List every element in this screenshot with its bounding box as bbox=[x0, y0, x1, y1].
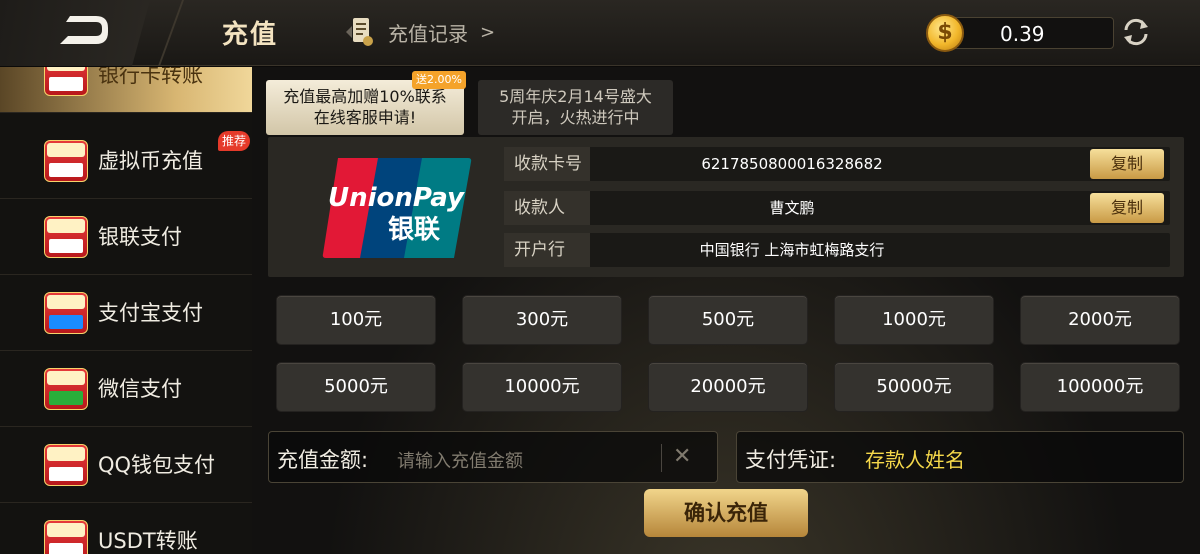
sidebar-item-bank-transfer[interactable]: 银行卡转账 bbox=[0, 67, 252, 113]
amount-option[interactable]: 10000元 bbox=[462, 362, 622, 412]
back-button[interactable] bbox=[0, 0, 150, 66]
amount-option[interactable]: 300元 bbox=[462, 295, 622, 345]
unionpay-logo-cn: 银联 bbox=[388, 215, 440, 245]
record-label: 充值记录 bbox=[388, 21, 468, 46]
field-label: 收款卡号 bbox=[504, 147, 590, 181]
payee-value: 曹文鹏 bbox=[769, 199, 815, 217]
page-title: 充值 bbox=[222, 20, 279, 50]
amount-label: 充值金额: bbox=[277, 448, 369, 472]
promo-line: 5周年庆2月14号盛大 bbox=[499, 87, 652, 106]
unionpay-icon bbox=[44, 216, 88, 258]
promo-tab-anniversary[interactable]: 5周年庆2月14号盛大 开启，火热进行中 bbox=[478, 80, 673, 135]
sidebar-item-crypto[interactable]: 虚拟币充值 bbox=[0, 123, 252, 199]
sidebar-item-alipay[interactable]: 支付宝支付 bbox=[0, 275, 252, 351]
card-number-row: 收款卡号 6217850800016328682 复制 bbox=[504, 147, 1170, 181]
bank-branch-row: 开户行 中国银行 上海市虹梅路支行 bbox=[504, 233, 1170, 267]
copy-card-number-button[interactable]: 复制 bbox=[1090, 149, 1164, 179]
voucher-input[interactable]: 存款人姓名 bbox=[865, 444, 965, 473]
amount-option[interactable]: 5000元 bbox=[276, 362, 436, 412]
bank-card-info: UnionPay 银联 收款卡号 6217850800016328682 复制 … bbox=[268, 137, 1184, 277]
card-number-value: 6217850800016328682 bbox=[701, 155, 883, 173]
bonus-percent-tag: 送2.00% bbox=[412, 71, 466, 89]
balance-value: 0.39 bbox=[1000, 22, 1045, 46]
bank-branch-value: 中国银行 上海市虹梅路支行 bbox=[699, 241, 885, 259]
amount-option[interactable]: 100元 bbox=[276, 295, 436, 345]
alipay-icon bbox=[44, 292, 88, 334]
amount-option[interactable]: 500元 bbox=[648, 295, 808, 345]
clear-icon[interactable]: ✕ bbox=[673, 444, 691, 469]
sidebar-item-unionpay[interactable]: 银联支付 bbox=[0, 199, 252, 275]
sidebar-item-label: 银联支付 bbox=[98, 225, 182, 249]
unionpay-logo: UnionPay 银联 bbox=[322, 158, 472, 258]
sidebar-item-qq-wallet[interactable]: QQ钱包支付 bbox=[0, 427, 252, 503]
sidebar-item-usdt[interactable]: USDT转账 bbox=[0, 503, 252, 554]
recharge-record-link[interactable]: 充值记录 > bbox=[344, 14, 495, 50]
amount-input-box: 充值金额: 请输入充值金额 ✕ bbox=[268, 431, 718, 483]
amount-option[interactable]: 100000元 bbox=[1020, 362, 1180, 412]
usdt-icon bbox=[44, 520, 88, 554]
field-label: 开户行 bbox=[504, 233, 590, 267]
payment-method-sidebar: 银行卡转账 虚拟币充值 银联支付 支付宝支付 微信支付 QQ钱包支付 USDT转… bbox=[0, 67, 252, 554]
promo-line: 充值最高加赠10%联系 bbox=[283, 87, 447, 106]
wechat-icon bbox=[44, 368, 88, 410]
promo-line: 开启，火热进行中 bbox=[511, 108, 640, 127]
amount-option[interactable]: 20000元 bbox=[648, 362, 808, 412]
record-icon bbox=[346, 18, 373, 46]
unionpay-logo-text: UnionPay bbox=[328, 183, 465, 213]
sidebar-item-label: 银行卡转账 bbox=[98, 67, 203, 87]
qq-wallet-icon bbox=[44, 444, 88, 486]
copy-payee-button[interactable]: 复制 bbox=[1090, 193, 1164, 223]
crypto-icon bbox=[44, 140, 88, 182]
field-label: 收款人 bbox=[504, 191, 590, 225]
back-icon bbox=[60, 16, 108, 44]
sidebar-item-wechat[interactable]: 微信支付 bbox=[0, 351, 252, 427]
promo-line: 在线客服申请! bbox=[313, 108, 417, 127]
top-bar: 充值 充值记录 > $ 0.39 bbox=[0, 0, 1200, 66]
chevron-right-icon: > bbox=[480, 21, 496, 43]
recharge-panel: 充值最高加赠10%联系 在线客服申请! 送2.00% 5周年庆2月14号盛大 开… bbox=[252, 67, 1200, 554]
bank-transfer-icon bbox=[44, 67, 88, 96]
sidebar-item-label: 虚拟币充值 bbox=[98, 149, 203, 173]
refresh-icon[interactable] bbox=[1118, 14, 1154, 50]
voucher-input-box: 支付凭证: 存款人姓名 bbox=[736, 431, 1184, 483]
amount-option[interactable]: 50000元 bbox=[834, 362, 994, 412]
sidebar-item-label: USDT转账 bbox=[98, 529, 198, 553]
confirm-recharge-button[interactable]: 确认充值 bbox=[644, 489, 808, 537]
amount-option[interactable]: 1000元 bbox=[834, 295, 994, 345]
sidebar-item-label: 微信支付 bbox=[98, 377, 182, 401]
amount-option[interactable]: 2000元 bbox=[1020, 295, 1180, 345]
header-divider bbox=[157, 0, 185, 66]
input-divider bbox=[661, 444, 662, 472]
voucher-label: 支付凭证: bbox=[745, 448, 837, 472]
amount-input[interactable]: 请输入充值金额 bbox=[397, 447, 523, 473]
payee-row: 收款人 曹文鹏 复制 bbox=[504, 191, 1170, 225]
sidebar-item-label: QQ钱包支付 bbox=[98, 453, 216, 477]
sidebar-item-label: 支付宝支付 bbox=[98, 301, 203, 325]
recommend-badge: 推荐 bbox=[218, 131, 250, 151]
coin-icon: $ bbox=[926, 14, 964, 52]
